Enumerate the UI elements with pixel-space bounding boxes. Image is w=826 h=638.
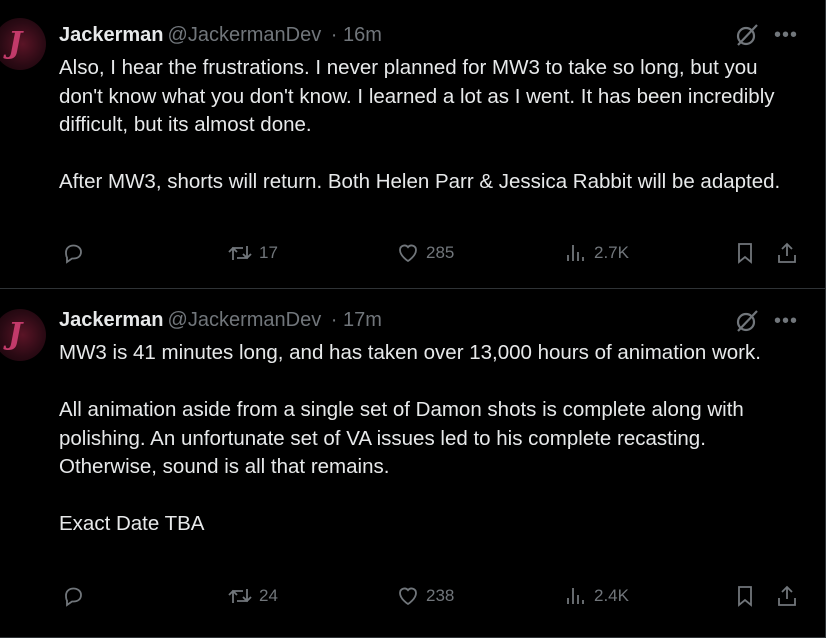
share-button[interactable]: [775, 241, 799, 265]
bookmark-icon: [738, 586, 752, 607]
share-button[interactable]: [775, 584, 799, 608]
retweet-icon: [228, 589, 252, 603]
reply-button[interactable]: [61, 241, 85, 265]
tweet-paragraph: MW3 is 41 minutes long, and has taken ov…: [59, 341, 761, 364]
tweet-paragraph: After MW3, shorts will return. Both Hele…: [59, 170, 781, 193]
grok-icon[interactable]: [734, 308, 760, 334]
reply-icon: [65, 244, 82, 264]
share-icon: [778, 242, 796, 263]
author-handle[interactable]: @JackermanDev: [168, 309, 322, 331]
grok-icon[interactable]: [734, 22, 760, 48]
avatar[interactable]: J: [0, 309, 46, 361]
avatar[interactable]: J: [0, 18, 46, 70]
tweet-paragraph: Also, I hear the frustrations. I never p…: [59, 56, 775, 136]
tweet-header-actions: •••: [734, 308, 798, 334]
view-count: 2.4K: [594, 586, 629, 605]
view-count: 2.7K: [594, 243, 629, 262]
bookmark-icon: [738, 243, 752, 264]
heart-icon: [399, 244, 417, 263]
tweet-text: MW3 is 41 minutes long, and has taken ov…: [59, 339, 806, 539]
tweet[interactable]: J Jackerman @JackermanDev · 16m ••• Also,…: [0, 0, 826, 289]
timeline: J Jackerman @JackermanDev · 16m ••• Also,…: [0, 0, 826, 638]
more-icon[interactable]: •••: [774, 311, 798, 331]
bookmark-button[interactable]: [733, 584, 757, 608]
analytics-icon: [567, 245, 584, 261]
tweet-header-actions: •••: [734, 22, 798, 48]
tweet[interactable]: J Jackerman @JackermanDev · 17m ••• MW3 i…: [0, 289, 826, 638]
bookmark-button[interactable]: [733, 241, 757, 265]
author-handle[interactable]: @JackermanDev: [168, 24, 322, 46]
like-count: 238: [426, 586, 455, 605]
reply-icon: [65, 587, 82, 607]
tweet-actions: 17 285 2.7K: [59, 241, 801, 271]
heart-icon: [399, 587, 417, 606]
author-name[interactable]: Jackerman: [59, 309, 164, 331]
tweet-actions: 24 238 2.4K: [59, 584, 801, 614]
tweet-text: Also, I hear the frustrations. I never p…: [59, 54, 806, 197]
share-icon: [778, 585, 796, 606]
tweet-header: Jackerman @JackermanDev · 16m: [59, 24, 382, 47]
tweet-time[interactable]: · 16m: [331, 24, 382, 46]
views-button[interactable]: 2.4K: [564, 584, 629, 608]
retweet-button[interactable]: 17: [227, 241, 278, 265]
retweet-button[interactable]: 24: [227, 584, 278, 608]
analytics-icon: [567, 588, 584, 604]
views-button[interactable]: 2.7K: [564, 241, 629, 265]
tweet-paragraph: Exact Date TBA: [59, 512, 205, 535]
tweet-header: Jackerman @JackermanDev · 17m: [59, 309, 382, 332]
tweet-paragraph: All animation aside from a single set of…: [59, 398, 744, 478]
tweet-time[interactable]: · 17m: [331, 309, 382, 331]
retweet-count: 24: [259, 586, 278, 605]
author-name[interactable]: Jackerman: [59, 24, 164, 46]
reply-button[interactable]: [61, 584, 85, 608]
retweet-count: 17: [259, 243, 278, 262]
more-icon[interactable]: •••: [774, 25, 798, 45]
retweet-icon: [228, 246, 252, 260]
like-button[interactable]: 285: [396, 241, 454, 265]
like-button[interactable]: 238: [396, 584, 454, 608]
like-count: 285: [426, 243, 455, 262]
